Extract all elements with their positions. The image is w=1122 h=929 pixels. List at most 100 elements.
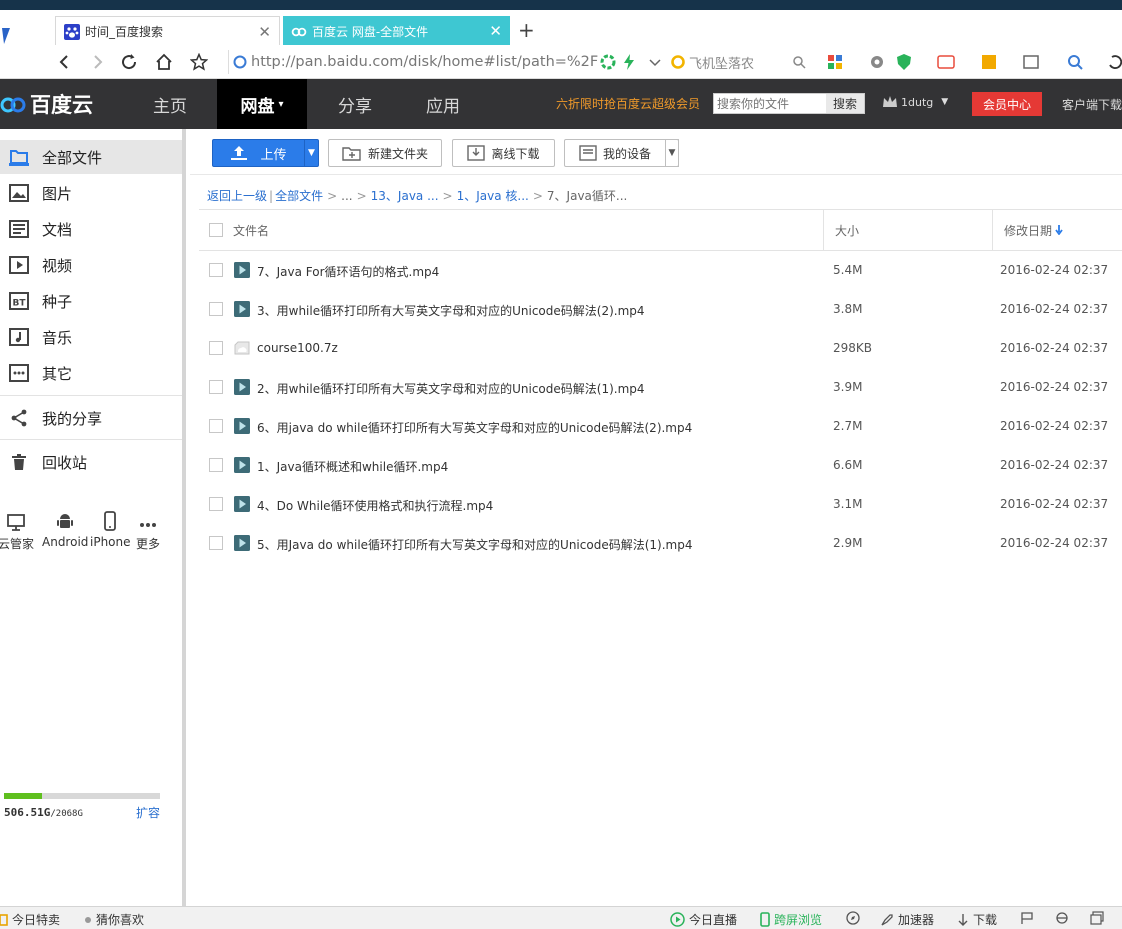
- status-item-accelerator[interactable]: 加速器: [880, 911, 934, 928]
- table-row[interactable]: 4、Do While循环使用格式和执行流程.mp4 3.1M 2016-02-24 …: [199, 485, 1122, 524]
- apps-icon[interactable]: [826, 53, 844, 71]
- table-row[interactable]: 3、用while循环打印所有大写英文字母和对应的Unicode码解法(2).mp…: [199, 290, 1122, 329]
- file-name[interactable]: 7、Java For循环语句的格式.mp4: [257, 263, 439, 280]
- vip-promo-link[interactable]: 六折限时抢百度云超级会员: [556, 95, 700, 112]
- device-cloud-manager[interactable]: 云管家: [0, 509, 34, 552]
- nav-apps[interactable]: 应用: [408, 79, 478, 129]
- sidebar-item-my-share[interactable]: 我的分享: [0, 401, 182, 435]
- tab-baidu-pan[interactable]: 百度云 网盘-全部文件 ✕: [283, 16, 510, 46]
- file-search-input[interactable]: [714, 94, 826, 113]
- sidebar-item-recycle[interactable]: 回收站: [0, 445, 182, 479]
- file-name[interactable]: course100.7z: [257, 341, 338, 355]
- file-search-button[interactable]: 搜索: [826, 94, 864, 113]
- file-name[interactable]: 4、Do While循环使用格式和执行流程.mp4: [257, 497, 493, 514]
- breadcrumb-item[interactable]: ...: [341, 189, 352, 203]
- close-tab-icon[interactable]: ✕: [489, 22, 502, 40]
- bookmark-button[interactable]: [187, 51, 211, 73]
- row-checkbox[interactable]: [209, 419, 223, 433]
- tab-baidu-search[interactable]: 时间_百度搜索 ✕: [55, 16, 280, 46]
- table-row[interactable]: 5、用Java do while循环打印所有大写英文字母和对应的Unicode码…: [199, 524, 1122, 563]
- file-name[interactable]: 6、用java do while循环打印所有大写英文字母和对应的Unicode码…: [257, 419, 692, 436]
- shield-icon[interactable]: [895, 53, 913, 71]
- pdf-icon[interactable]: [937, 53, 955, 71]
- breadcrumb-back[interactable]: 返回上一级: [207, 189, 267, 203]
- table-row[interactable]: 1、Java循环概述和while循环.mp4 6.6M 2016-02-24 02:…: [199, 446, 1122, 485]
- status-item-browser[interactable]: [1055, 911, 1073, 925]
- upload-button[interactable]: 上传 ▼: [212, 139, 319, 167]
- file-name[interactable]: 5、用Java do while循环打印所有大写英文字母和对应的Unicode码…: [257, 536, 692, 553]
- expand-storage-link[interactable]: 扩容: [136, 804, 160, 821]
- select-all-checkbox[interactable]: [209, 210, 223, 250]
- file-name[interactable]: 3、用while循环打印所有大写英文字母和对应的Unicode码解法(2).mp…: [257, 302, 645, 319]
- sidebar-item-music[interactable]: 音乐: [0, 320, 182, 354]
- row-checkbox[interactable]: [209, 263, 223, 277]
- search-engine-icon: [671, 55, 685, 69]
- table-row[interactable]: 7、Java For循环语句的格式.mp4 5.4M 2016-02-24 02:3…: [199, 251, 1122, 290]
- status-item-window[interactable]: [1090, 911, 1108, 925]
- row-checkbox[interactable]: [209, 380, 223, 394]
- network-icon[interactable]: [868, 53, 886, 71]
- checkbox[interactable]: [209, 223, 223, 237]
- site-logo[interactable]: 百度云: [0, 79, 93, 129]
- breadcrumb-item[interactable]: 13、Java ...: [371, 189, 439, 203]
- row-checkbox[interactable]: [209, 536, 223, 550]
- row-checkbox[interactable]: [209, 458, 223, 472]
- sidebar-item-all-files[interactable]: 全部文件: [0, 140, 182, 174]
- breadcrumb-item[interactable]: 1、Java 核...: [457, 189, 529, 203]
- user-menu[interactable]: 1dutg ▼: [882, 95, 948, 109]
- sidebar-item-images[interactable]: 图片: [0, 176, 182, 210]
- nav-netdisk[interactable]: 网盘 ▾: [217, 79, 307, 129]
- status-item-refresh[interactable]: [846, 911, 864, 925]
- column-size[interactable]: 大小: [835, 210, 859, 250]
- breadcrumb-item[interactable]: 全部文件: [275, 189, 323, 203]
- table-row[interactable]: course100.7z 298KB 2016-02-24 02:37: [199, 329, 1122, 368]
- status-item-download[interactable]: 下载: [957, 911, 997, 928]
- column-name[interactable]: 文件名: [233, 210, 269, 250]
- browser-search-field[interactable]: 飞机坠落农: [670, 50, 810, 74]
- status-item-live[interactable]: 今日直播: [670, 911, 737, 928]
- chevron-down-icon[interactable]: ▼: [665, 139, 679, 167]
- device-more[interactable]: 更多: [136, 509, 160, 552]
- table-row[interactable]: 6、用java do while循环打印所有大写英文字母和对应的Unicode码…: [199, 407, 1122, 446]
- close-tab-icon[interactable]: ✕: [258, 23, 271, 41]
- nav-share[interactable]: 分享: [320, 79, 390, 129]
- sidebar-item-other[interactable]: 其它: [0, 356, 182, 390]
- upload-main[interactable]: 上传: [213, 144, 304, 163]
- screenshot-icon[interactable]: [1022, 53, 1040, 71]
- upload-dropdown[interactable]: ▼: [304, 140, 318, 166]
- new-folder-button[interactable]: 新建文件夹: [328, 139, 442, 167]
- offline-download-button[interactable]: 离线下载: [452, 139, 555, 167]
- row-checkbox[interactable]: [209, 341, 223, 355]
- row-checkbox[interactable]: [209, 497, 223, 511]
- status-item-guess[interactable]: 猜你喜欢: [84, 911, 144, 928]
- device-iphone[interactable]: iPhone: [90, 509, 131, 549]
- chevron-down-icon[interactable]: [646, 53, 664, 71]
- url-field[interactable]: http://pan.baidu.com/disk/home#list/path…: [228, 50, 648, 74]
- column-date[interactable]: 修改日期: [1004, 210, 1063, 250]
- vip-center-button[interactable]: 会员中心: [972, 92, 1042, 116]
- status-item-cross-screen[interactable]: 跨屏浏览: [760, 911, 822, 928]
- undo-icon[interactable]: [1106, 53, 1122, 71]
- forward-button[interactable]: [86, 51, 110, 73]
- back-button[interactable]: [52, 51, 76, 73]
- file-name[interactable]: 1、Java循环概述和while循环.mp4: [257, 458, 448, 475]
- zoom-icon[interactable]: [1066, 53, 1084, 71]
- device-android[interactable]: Android: [42, 509, 88, 549]
- extension-icon[interactable]: [980, 53, 998, 71]
- search-icon[interactable]: [792, 55, 806, 69]
- status-item-deals[interactable]: 今日特卖: [0, 911, 60, 928]
- home-button[interactable]: [152, 51, 176, 73]
- my-devices-button[interactable]: 我的设备 ▼: [564, 139, 679, 167]
- client-download-link[interactable]: 客户端下载: [1062, 96, 1122, 113]
- file-name[interactable]: 2、用while循环打印所有大写英文字母和对应的Unicode码解法(1).mp…: [257, 380, 645, 397]
- sidebar-item-videos[interactable]: 视频: [0, 248, 182, 282]
- sidebar-item-documents[interactable]: 文档: [0, 212, 182, 246]
- sidebar-item-label: 种子: [42, 292, 73, 311]
- new-tab-button[interactable]: +: [518, 18, 535, 42]
- nav-home[interactable]: 主页: [135, 79, 205, 129]
- row-checkbox[interactable]: [209, 302, 223, 316]
- table-row[interactable]: 2、用while循环打印所有大写英文字母和对应的Unicode码解法(1).mp…: [199, 368, 1122, 407]
- reload-button[interactable]: [117, 51, 141, 73]
- status-item-flag[interactable]: [1020, 911, 1038, 925]
- sidebar-item-torrents[interactable]: BT 种子: [0, 284, 182, 318]
